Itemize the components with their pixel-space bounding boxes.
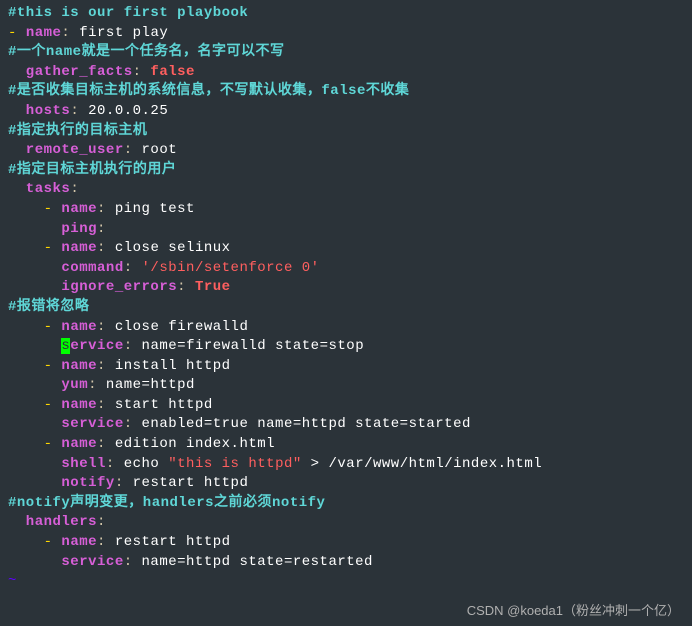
code-line: notify: restart httpd (8, 474, 684, 494)
code-line: - name: close firewalld (8, 318, 684, 338)
code-line: service: enabled=true name=httpd state=s… (8, 415, 684, 435)
code-line: #是否收集目标主机的系统信息，不写默认收集，false不收集 (8, 82, 684, 102)
code-line: service: name=firewalld state=stop (8, 337, 684, 357)
code-line: service: name=httpd state=restarted (8, 553, 684, 573)
code-line: ping: (8, 220, 684, 240)
code-block: #this is our first playbook - name: firs… (8, 4, 684, 592)
code-line: gather_facts: false (8, 63, 684, 83)
code-line: hosts: 20.0.0.25 (8, 102, 684, 122)
code-line: command: '/sbin/setenforce 0' (8, 259, 684, 279)
code-line: tasks: (8, 180, 684, 200)
code-line: ignore_errors: True (8, 278, 684, 298)
code-line: #指定执行的目标主机 (8, 122, 684, 142)
code-line: - name: restart httpd (8, 533, 684, 553)
code-line: shell: echo "this is httpd" > /var/www/h… (8, 455, 684, 475)
code-line: yum: name=httpd (8, 376, 684, 396)
code-line: - name: ping test (8, 200, 684, 220)
watermark: CSDN @koeda1（粉丝冲刺一个亿） (467, 602, 680, 620)
code-line: #notify声明变更，handlers之前必须notify (8, 494, 684, 514)
code-line: remote_user: root (8, 141, 684, 161)
code-line: #一个name就是一个任务名，名字可以不写 (8, 43, 684, 63)
code-line: #报错将忽略 (8, 298, 684, 318)
code-line: - name: first play (8, 24, 684, 44)
code-line: - name: edition index.html (8, 435, 684, 455)
code-line: - name: install httpd (8, 357, 684, 377)
code-line: ~ (8, 572, 684, 592)
code-line: - name: start httpd (8, 396, 684, 416)
code-line: - name: close selinux (8, 239, 684, 259)
code-line: #this is our first playbook (8, 4, 684, 24)
code-line: handlers: (8, 513, 684, 533)
code-line: #指定目标主机执行的用户 (8, 161, 684, 181)
tilde-marker: ~ (8, 573, 17, 589)
cursor: s (61, 338, 70, 354)
